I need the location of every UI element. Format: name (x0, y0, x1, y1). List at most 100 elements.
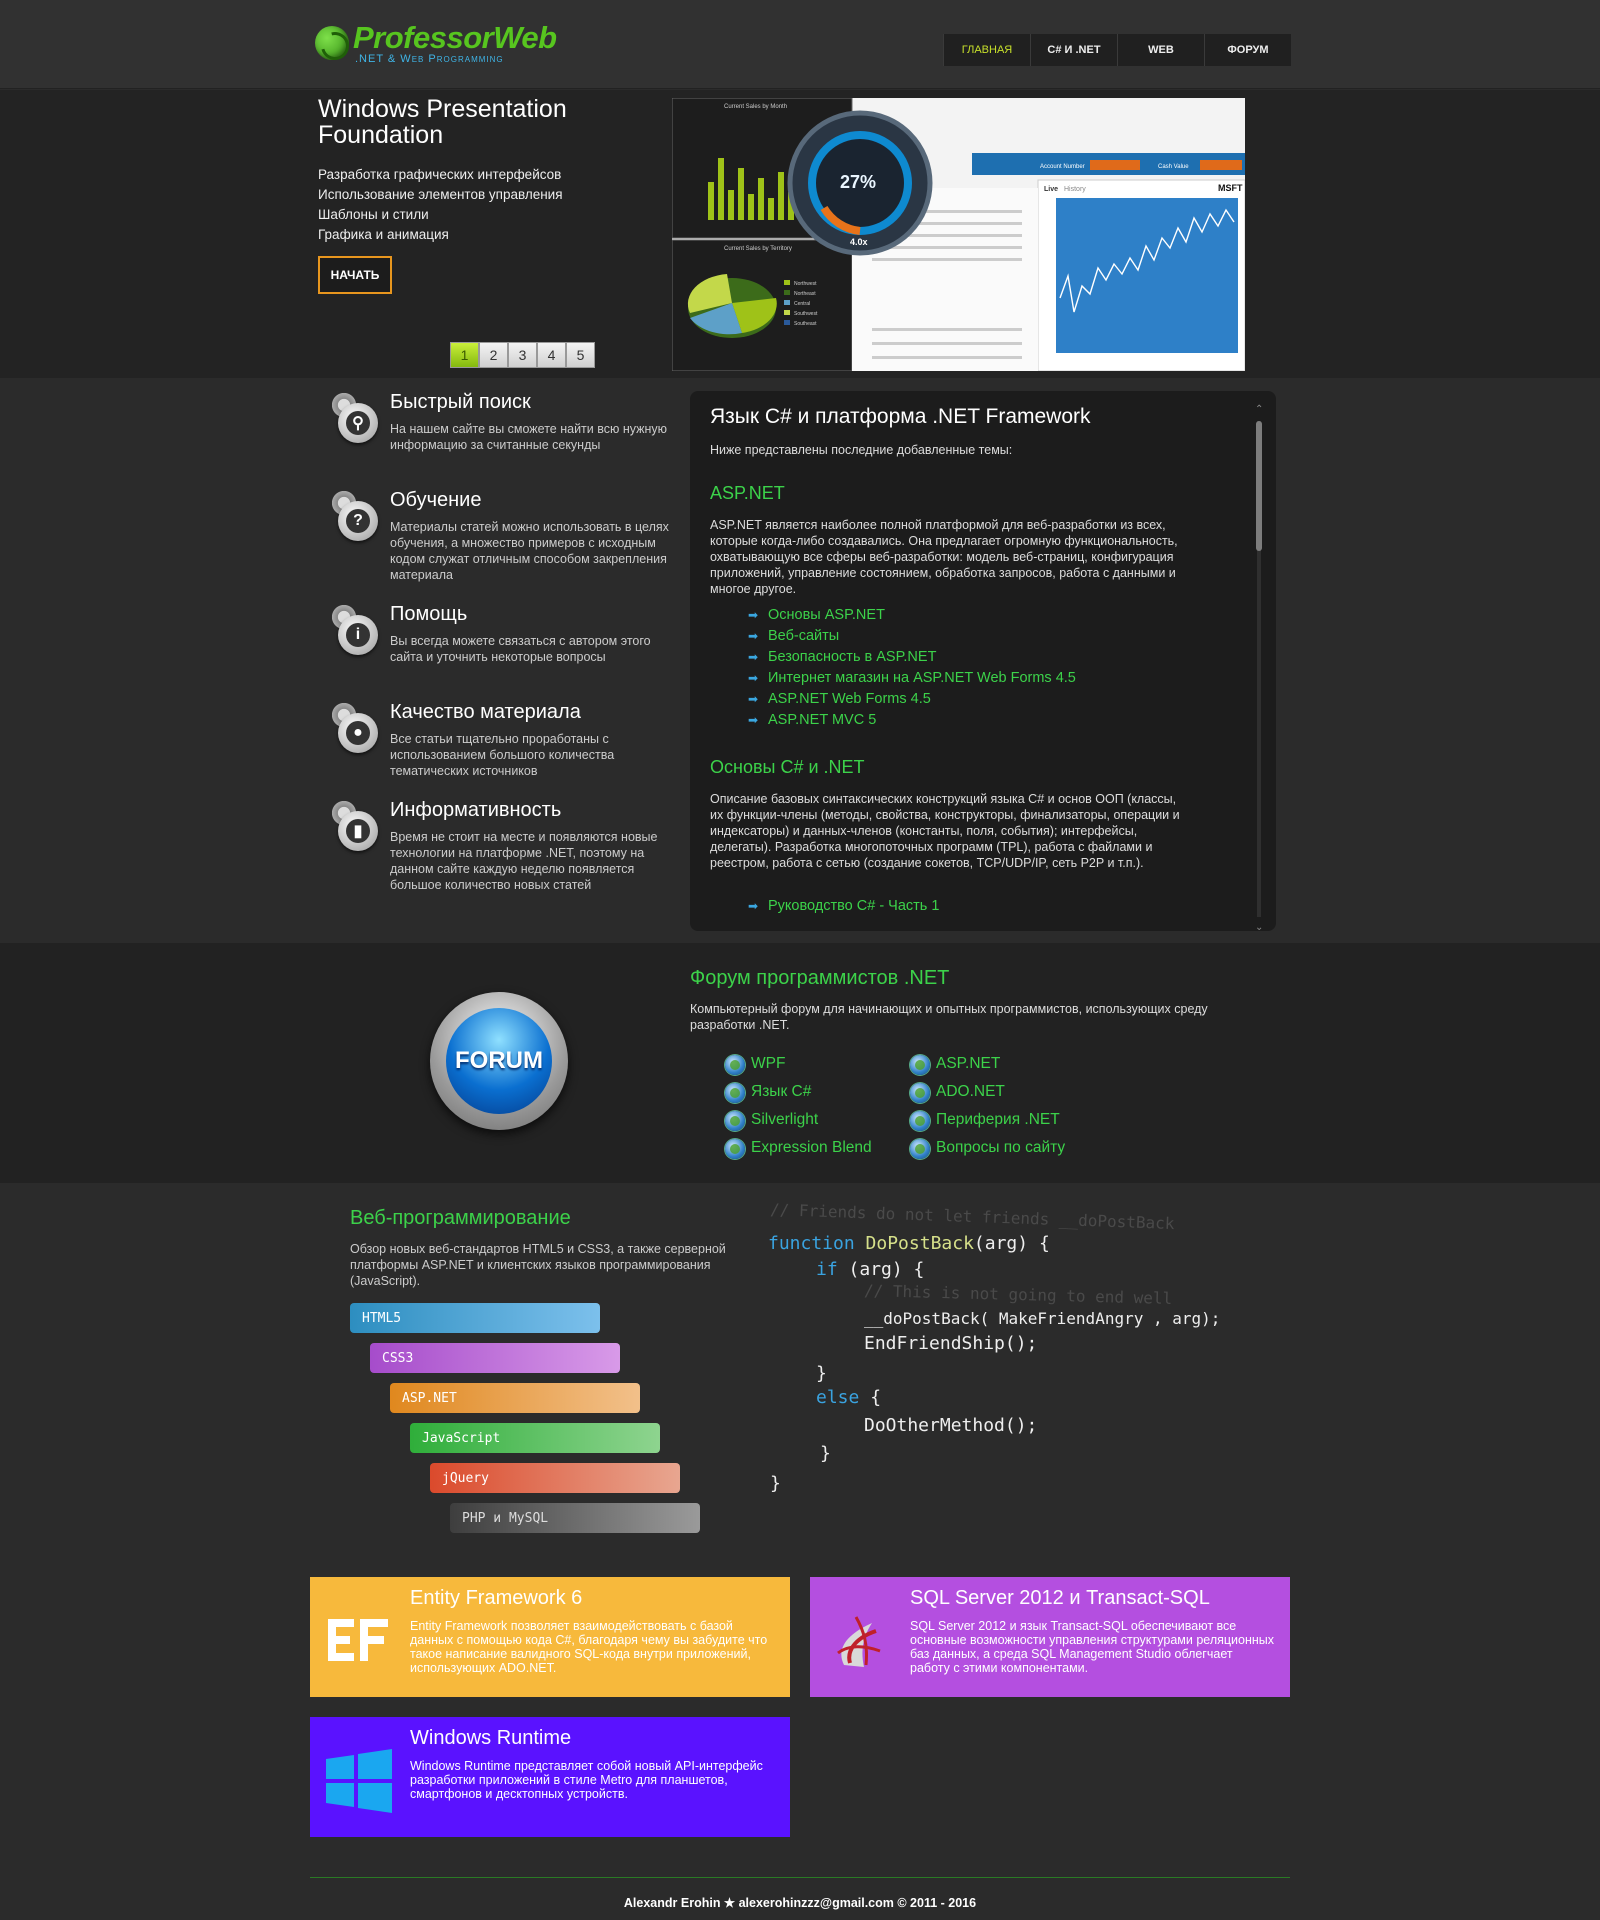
slide-page-3[interactable]: 3 (508, 342, 537, 368)
forum-link[interactable]: ADO.NET (910, 1083, 1005, 1103)
nav-item-home[interactable]: Главная (943, 34, 1030, 66)
feature-text: Материалы статей можно использовать в це… (390, 520, 669, 582)
tech-bar-aspnet[interactable]: ASP.NET (390, 1383, 640, 1413)
slide-page-2[interactable]: 2 (479, 342, 508, 368)
section-text-csharp: Описание базовых синтаксических конструк… (710, 792, 1180, 870)
aspnet-links: Основы ASP.NET Веб-сайты Безопасность в … (748, 605, 1076, 731)
forum-link[interactable]: Периферия .NET (910, 1111, 1060, 1131)
feature-text: Вы всегда можете связаться с автором это… (390, 634, 651, 664)
topic-link[interactable]: ASP.NET MVC 5 (748, 710, 1076, 731)
tech-bar-html5[interactable]: HTML5 (350, 1303, 600, 1333)
question-icon: ? (330, 489, 380, 547)
tile-sql-server[interactable]: SQL Server 2012 и Transact-SQL SQL Serve… (810, 1577, 1290, 1697)
topic-link[interactable]: ASP.NET Web Forms 4.5 (748, 689, 1076, 710)
globe-icon (315, 26, 349, 60)
globe-icon (910, 1055, 930, 1075)
site-header: ProfessorWeb .NET & Web Programming Глав… (0, 0, 1600, 89)
topic-link[interactable]: Руководство C# - Часть 1 (748, 896, 939, 917)
tech-bar-javascript[interactable]: JavaScript (410, 1423, 660, 1453)
topic-link[interactable]: Безопасность в ASP.NET (748, 647, 1076, 668)
slide-page-1[interactable]: 1 (450, 342, 479, 368)
feature-text: На нашем сайте вы сможете найти всю нужн… (390, 422, 668, 452)
code-line: } (820, 1443, 831, 1464)
forum-desc: Компьютерный форум для начинающих и опыт… (690, 1002, 1208, 1032)
tech-bar-php[interactable]: PHP и MySQL (450, 1503, 700, 1533)
forum-button[interactable]: FORUM (430, 992, 568, 1130)
start-button[interactable]: НАЧАТЬ (318, 256, 392, 294)
tile-windows-runtime[interactable]: Windows Runtime Windows Runtime представ… (310, 1717, 790, 1837)
chart1-title: Current Sales by Month (724, 104, 787, 110)
legend-central: Central (794, 301, 810, 307)
tech-bar-jquery[interactable]: jQuery (430, 1463, 680, 1493)
nav-item-csharp[interactable]: C# и .NET (1030, 34, 1117, 66)
tile-text: Entity Framework позволяет взаимодейство… (410, 1619, 768, 1675)
code-comment: // Friends do not let friends __doPostBa… (769, 1199, 1175, 1234)
topic-link[interactable]: Основы ASP.NET (748, 605, 1076, 626)
hero-list-item: Разработка графических интерфейсов (318, 167, 562, 182)
site-logo[interactable]: ProfessorWeb .NET & Web Programming (315, 20, 575, 70)
tab-live: Live (1044, 186, 1058, 193)
footer-copyright: Alexandr Erohin ★ alexerohinzzz@gmail.co… (623, 1896, 977, 1910)
lightbulb-icon: ● (330, 701, 380, 759)
slide-page-5[interactable]: 5 (566, 342, 595, 368)
code-line: function DoPostBack(arg) { (768, 1233, 1050, 1254)
feature-title: Качество материала (390, 701, 581, 723)
globe-icon (725, 1111, 745, 1131)
hero-list: Разработка графических интерфейсов Испол… (318, 165, 563, 245)
code-line: if (arg) { (816, 1259, 925, 1280)
forum-link[interactable]: Silverlight (725, 1111, 818, 1131)
windows-logo-icon (326, 1749, 392, 1813)
panel-scrollbar[interactable]: ⌃ ⌄ (1255, 405, 1263, 933)
hero-slider: Windows Presentation Foundation Разработ… (0, 90, 1600, 378)
sql-server-icon (837, 1616, 881, 1667)
logo-name: ProfessorWeb (353, 20, 557, 55)
feature-title: Быстрый поиск (390, 391, 531, 413)
tile-text: Windows Runtime представляет собой новый… (410, 1759, 763, 1801)
tiles-section: Entity Framework 6 Entity Framework позв… (0, 1555, 1600, 1855)
nav-item-forum[interactable]: Форум (1204, 34, 1291, 66)
site-footer: Alexandr Erohin ★ alexerohinzzz@gmail.co… (0, 1855, 1600, 1920)
topic-link[interactable]: Интернет магазин на ASP.NET Web Forms 4.… (748, 668, 1076, 689)
search-icon: ⚲ (330, 391, 380, 449)
csharp-title: Язык C# и платформа .NET Framework (710, 405, 1091, 428)
tab-history: History (1064, 186, 1086, 193)
section-heading-csharp[interactable]: Основы C# и .NET (710, 757, 865, 778)
web-title[interactable]: Веб-программирование (350, 1207, 571, 1230)
footer-divider (310, 1877, 1290, 1878)
slide-page-4[interactable]: 4 (537, 342, 566, 368)
scrollbar-thumb[interactable] (1256, 421, 1262, 551)
tile-title: Entity Framework 6 (410, 1587, 583, 1609)
topic-link[interactable]: Веб-сайты (748, 626, 1076, 647)
hero-title: Windows Presentation Foundation (318, 95, 567, 149)
main-nav: Главная C# и .NET WEB Форум (943, 34, 1291, 66)
code-line: __doPostBack( MakeFriendAngry , arg); (864, 1309, 1221, 1328)
csharp-intro: Ниже представлены последние добавленные … (710, 443, 1013, 457)
feature-title: Помощь (390, 603, 468, 625)
chevron-up-icon[interactable]: ⌃ (1255, 405, 1263, 415)
code-line: else { (816, 1387, 882, 1408)
csharp-panel[interactable]: Язык C# и платформа .NET Framework Ниже … (690, 391, 1276, 933)
web-section: Веб-программирование Обзор новых веб-ста… (0, 1183, 1600, 1555)
tech-bar-css3[interactable]: CSS3 (370, 1343, 620, 1373)
section-text-aspnet: ASP.NET является наиболее полной платфор… (710, 518, 1178, 596)
chevron-down-icon[interactable]: ⌄ (1255, 923, 1263, 933)
gauge-label: 4.0x (850, 237, 868, 247)
chart2-title: Current Sales by Territory (724, 246, 792, 252)
globe-icon (725, 1083, 745, 1103)
ticker-label: MSFT (1218, 183, 1243, 193)
tile-text: SQL Server 2012 и язык Transact-SQL обес… (910, 1619, 1275, 1675)
nav-item-web[interactable]: WEB (1117, 34, 1204, 66)
forum-link[interactable]: Язык C# (725, 1083, 811, 1103)
forum-link[interactable]: WPF (725, 1055, 785, 1075)
hero-list-item: Шаблоны и стили (318, 207, 429, 222)
tile-entity-framework[interactable]: Entity Framework 6 Entity Framework позв… (310, 1577, 790, 1697)
forum-link[interactable]: Вопросы по сайту (910, 1139, 1065, 1159)
section-heading-aspnet[interactable]: ASP.NET (710, 483, 785, 504)
legend-southeast: Southeast (794, 321, 817, 327)
code-line: } (770, 1473, 781, 1494)
forum-section: FORUM Форум программистов .NET Компьютер… (0, 943, 1600, 1183)
forum-title[interactable]: Форум программистов .NET (690, 967, 949, 990)
wpf-dashboard-screenshot: Current Sales by Month Current Sales by … (672, 98, 1245, 371)
forum-link[interactable]: ASP.NET (910, 1055, 1000, 1075)
forum-link[interactable]: Expression Blend (725, 1139, 872, 1159)
